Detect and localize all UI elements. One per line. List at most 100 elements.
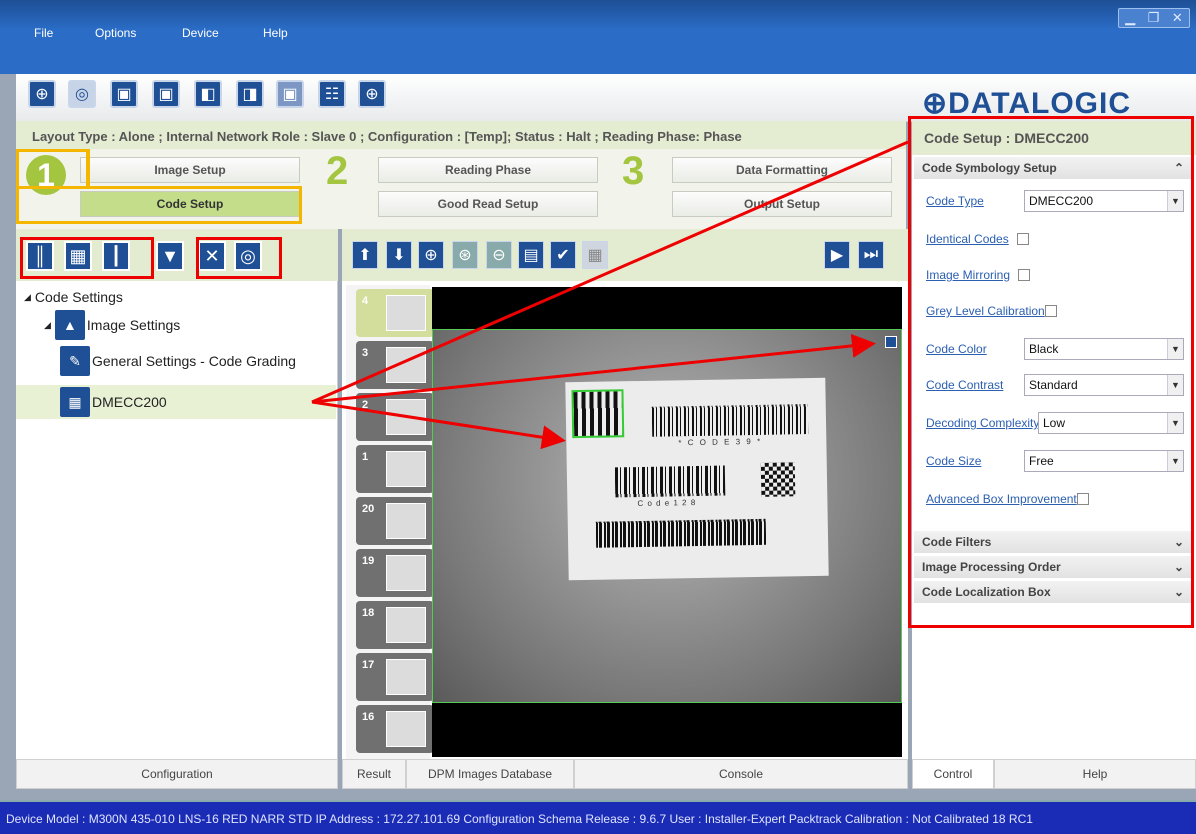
tree-dmecc200[interactable]: ▦ DMECC200 bbox=[16, 385, 336, 419]
decoding-complexity-label[interactable]: Decoding Complexity bbox=[926, 416, 1039, 430]
delete-icon[interactable]: ✕ bbox=[198, 241, 226, 271]
chevron-down-icon: ⌄ bbox=[1173, 585, 1184, 599]
tab-control[interactable]: Control bbox=[912, 759, 994, 789]
identical-codes-label[interactable]: Identical Codes bbox=[926, 232, 1009, 246]
code-contrast-select[interactable]: Standard ▼ bbox=[1024, 374, 1184, 396]
code39-barcode bbox=[651, 404, 809, 437]
section-code-symbology-setup[interactable]: Code Symbology Setup ⌃ bbox=[914, 157, 1192, 179]
tab-help[interactable]: Help bbox=[994, 759, 1196, 789]
maximize-icon[interactable]: ❐ bbox=[1148, 10, 1160, 26]
row-decoding-complexity: Decoding Complexity Low ▼ bbox=[926, 411, 1184, 435]
tab-console[interactable]: Console bbox=[574, 759, 908, 789]
chevron-down-icon: ▼ bbox=[1167, 339, 1183, 359]
thumbnail[interactable]: 16 bbox=[356, 705, 434, 753]
row-code-size: Code Size Free ▼ bbox=[926, 449, 1184, 473]
check-icon[interactable]: ✔ bbox=[550, 241, 576, 269]
code-size-select[interactable]: Free ▼ bbox=[1024, 450, 1184, 472]
filter-icon[interactable]: ▼ bbox=[156, 241, 184, 271]
barcode-label: * C O D E 3 9 * C o d e 1 2 8 bbox=[565, 377, 829, 581]
zoom-out-icon[interactable]: ⊖ bbox=[486, 241, 512, 269]
device-settings-icon[interactable]: ▣ bbox=[276, 80, 304, 108]
reading-phase-button[interactable]: Reading Phase bbox=[378, 157, 598, 183]
save-config-icon[interactable]: ▣ bbox=[152, 80, 180, 108]
tab-dpm-images-database[interactable]: DPM Images Database bbox=[406, 759, 574, 789]
identical-codes-checkbox[interactable] bbox=[1016, 233, 1029, 245]
thumbnail[interactable]: 20 bbox=[356, 497, 434, 545]
code-type-label[interactable]: Code Type bbox=[926, 194, 1024, 208]
datamatrix-code bbox=[571, 389, 625, 439]
section-image-processing-order[interactable]: Image Processing Order ⌄ bbox=[914, 556, 1192, 578]
tree-code-settings[interactable]: ◢ Code Settings bbox=[24, 285, 123, 309]
minimize-icon[interactable]: ▁ bbox=[1125, 10, 1135, 26]
zoom-in-icon[interactable]: ⊕ bbox=[418, 241, 444, 269]
decoding-complexity-select[interactable]: Low ▼ bbox=[1038, 412, 1184, 434]
code39-text: * C O D E 3 9 * bbox=[678, 436, 763, 448]
target-icon[interactable]: ⊕ bbox=[358, 80, 386, 108]
advanced-box-improvement-checkbox[interactable] bbox=[1076, 493, 1089, 505]
thumbnail[interactable]: 1 bbox=[356, 445, 434, 493]
save-image-icon[interactable]: ▤ bbox=[518, 241, 544, 269]
row-grey-level-calibration: Grey Level Calibration bbox=[926, 299, 1057, 323]
tab-configuration[interactable]: Configuration bbox=[16, 759, 338, 789]
close-icon[interactable]: ✕ bbox=[1172, 10, 1183, 26]
image-mirroring-checkbox[interactable] bbox=[1018, 269, 1031, 281]
menu-help[interactable]: Help bbox=[263, 26, 288, 40]
menu-options[interactable]: Options bbox=[95, 26, 136, 40]
image-viewer-panel: ⬆ ⬇ ⊕ ⊛ ⊖ ▤ ✔ ▦ ▶ ⏭ 4 3 2 1 20 19 18 17 … bbox=[342, 229, 908, 789]
thumbnail-strip: 4 3 2 1 20 19 18 17 16 bbox=[346, 285, 434, 759]
chevron-down-icon: ⌄ bbox=[1173, 560, 1184, 574]
row-code-contrast: Code Contrast Standard ▼ bbox=[926, 373, 1184, 397]
good-read-setup-button[interactable]: Good Read Setup bbox=[378, 191, 598, 217]
menu-device[interactable]: Device bbox=[182, 26, 219, 40]
image-mirroring-label[interactable]: Image Mirroring bbox=[926, 268, 1010, 282]
code-color-select[interactable]: Black ▼ bbox=[1024, 338, 1184, 360]
camera-icon[interactable]: ◎ bbox=[68, 80, 96, 108]
section-code-localization-box[interactable]: Code Localization Box ⌄ bbox=[914, 581, 1192, 603]
tree-image-settings[interactable]: ◢ ▲ Image Settings bbox=[44, 310, 180, 340]
grid-icon[interactable]: ▦ bbox=[582, 241, 608, 269]
thumbnail[interactable]: 2 bbox=[356, 393, 434, 441]
thumbnail[interactable]: 18 bbox=[356, 601, 434, 649]
arrow-up-icon[interactable]: ⬆ bbox=[352, 241, 378, 269]
row-identical-codes: Identical Codes bbox=[926, 227, 1029, 251]
linear-code-icon[interactable]: ║ bbox=[26, 241, 54, 271]
export-icon[interactable]: ◧ bbox=[194, 80, 222, 108]
code-color-label[interactable]: Code Color bbox=[926, 342, 1024, 356]
code-setup-button[interactable]: Code Setup bbox=[80, 191, 300, 217]
output-setup-button[interactable]: Output Setup bbox=[672, 191, 892, 217]
window-controls: ▁ ❐ ✕ bbox=[1118, 8, 1190, 28]
advanced-box-improvement-label[interactable]: Advanced Box Improvement bbox=[926, 492, 1077, 506]
import-icon[interactable]: ◨ bbox=[236, 80, 264, 108]
autolearn-icon[interactable]: ◎ bbox=[234, 241, 262, 271]
image-setup-button[interactable]: Image Setup bbox=[80, 157, 300, 183]
device-info-bar: Device Model : M300N 435-010 LNS-16 RED … bbox=[0, 800, 1196, 834]
arrow-down-icon[interactable]: ⬇ bbox=[386, 241, 412, 269]
matrix-code-icon[interactable]: ▦ bbox=[64, 241, 92, 271]
image-viewer[interactable]: * C O D E 3 9 * C o d e 1 2 8 bbox=[432, 287, 902, 757]
chevron-down-icon: ▼ bbox=[1167, 375, 1183, 395]
send-config-icon[interactable]: ▣ bbox=[110, 80, 138, 108]
code-setup-panel: Code Setup : DMECC200 Code Symbology Set… bbox=[912, 121, 1196, 789]
code-type-select[interactable]: DMECC200 ▼ bbox=[1024, 190, 1184, 212]
tab-result[interactable]: Result bbox=[342, 759, 406, 789]
connect-icon[interactable]: ⊕ bbox=[28, 80, 56, 108]
code-contrast-label[interactable]: Code Contrast bbox=[926, 378, 1024, 392]
menu-file[interactable]: File bbox=[34, 26, 53, 40]
zoom-fit-icon[interactable]: ⊛ bbox=[452, 241, 478, 269]
code128-text: C o d e 1 2 8 bbox=[637, 498, 697, 509]
step-play-icon[interactable]: ⏭ bbox=[858, 241, 884, 269]
wrench-icon: ✎ bbox=[60, 346, 90, 376]
compare-icon[interactable]: ☷ bbox=[318, 80, 346, 108]
tree-general-settings[interactable]: ✎ General Settings - Code Grading bbox=[60, 346, 296, 376]
thumbnail[interactable]: 19 bbox=[356, 549, 434, 597]
grey-level-calibration-checkbox[interactable] bbox=[1044, 305, 1057, 317]
data-formatting-button[interactable]: Data Formatting bbox=[672, 157, 892, 183]
thumbnail[interactable]: 4 bbox=[356, 289, 434, 337]
thumbnail[interactable]: 17 bbox=[356, 653, 434, 701]
play-icon[interactable]: ▶ bbox=[824, 241, 850, 269]
code-size-label[interactable]: Code Size bbox=[926, 454, 1024, 468]
section-code-filters[interactable]: Code Filters ⌄ bbox=[914, 531, 1192, 553]
postal-code-icon[interactable]: ┃ bbox=[102, 241, 130, 271]
thumbnail[interactable]: 3 bbox=[356, 341, 434, 389]
grey-level-calibration-label[interactable]: Grey Level Calibration bbox=[926, 304, 1045, 318]
